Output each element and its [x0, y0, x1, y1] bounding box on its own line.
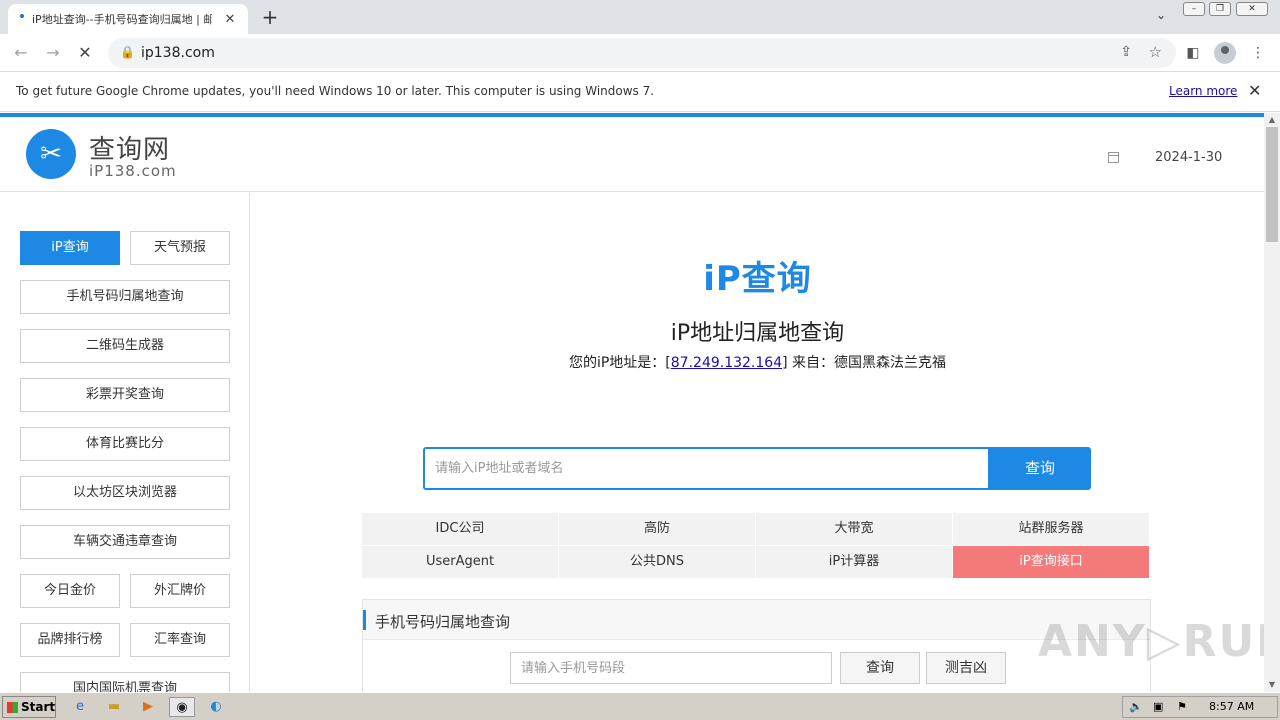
scrollbar-thumb[interactable]: [1266, 127, 1278, 242]
sidebar-item-phone-location[interactable]: 手机号码归属地查询: [20, 280, 230, 314]
phone-lookup-panel: 手机号码归属地查询 查询 测吉凶: [362, 599, 1151, 692]
sidebar-item-gold-price[interactable]: 今日金价: [20, 574, 120, 608]
panel-header: 手机号码归属地查询: [363, 600, 1150, 640]
phone-number-input[interactable]: [511, 653, 831, 683]
sidebar-item-lottery[interactable]: 彩票开奖查询: [20, 378, 230, 412]
profile-avatar[interactable]: [1214, 42, 1236, 64]
forward-arrow-icon[interactable]: →: [42, 42, 64, 64]
maximize-button[interactable]: ❐: [1209, 2, 1231, 16]
url-text[interactable]: ip138.com: [141, 45, 215, 61]
link-high-bandwidth[interactable]: 大带宽: [756, 513, 952, 545]
link-ip-calculator[interactable]: iP计算器: [756, 546, 952, 578]
scroll-down-arrow-icon[interactable]: ▼: [1264, 678, 1280, 692]
chrome-icon[interactable]: ◉: [169, 697, 195, 717]
calendar-icon: [1108, 152, 1119, 163]
sidebar-item-ip-query[interactable]: iP查询: [20, 231, 120, 265]
tab-close-icon[interactable]: ✕: [222, 12, 238, 27]
update-infobar: To get future Google Chrome updates, you…: [0, 72, 1280, 112]
phone-query-button[interactable]: 查询: [840, 652, 920, 684]
start-button[interactable]: Start: [2, 696, 56, 718]
browser-tab[interactable]: iP地址查询--手机号码查询归属地 | 邮 ✕: [8, 4, 248, 34]
ip-search-box: [423, 447, 990, 490]
ip-location: ] 来自：德国黑森法兰克福: [782, 355, 947, 371]
brand-title: iP查询: [703, 259, 812, 299]
sidebar-item-exchange-rate[interactable]: 汇率查询: [130, 623, 230, 657]
page-title: iP地址归属地查询: [670, 321, 845, 346]
link-public-dns[interactable]: 公共DNS: [559, 546, 755, 578]
action-center-flag-icon[interactable]: ⚑: [1177, 700, 1187, 713]
browser-toolbar: ← → ✕ 🔒 ip138.com ⇪ ☆ ◧ ⋮: [0, 34, 1280, 72]
quick-links-grid: IDC公司 高防 大带宽 站群服务器 UserAgent 公共DNS iP计算器…: [362, 513, 1151, 579]
system-tray: 🔈 ▣ ⚑ 8:57 AM: [1122, 696, 1278, 718]
media-player-icon[interactable]: ▶: [137, 697, 159, 717]
anyrun-watermark: ANY▷RUN: [1038, 616, 1280, 667]
address-bar[interactable]: 🔒 ip138.com ⇪ ☆: [108, 38, 1176, 68]
close-window-button[interactable]: ✕: [1236, 2, 1268, 16]
learn-more-link[interactable]: Learn more: [1169, 84, 1237, 98]
back-arrow-icon[interactable]: ←: [10, 42, 32, 64]
link-ip-query-api[interactable]: iP查询接口: [953, 546, 1149, 578]
logo-name[interactable]: 查询网: [89, 129, 170, 166]
link-site-cluster-server[interactable]: 站群服务器: [953, 513, 1149, 545]
new-tab-button[interactable]: +: [258, 6, 282, 30]
phone-input-box: [510, 652, 832, 684]
site-header: ✂ 查询网 iP138.com 2024-1-30: [0, 117, 1264, 192]
panel-title: 手机号码归属地查询: [375, 613, 511, 631]
your-ip-line: 您的iP地址是：[87.249.132.164] 来自：德国黑森法兰克福: [251, 352, 1264, 372]
logo-domain[interactable]: iP138.com: [89, 162, 177, 180]
sidebar-item-flight-tickets[interactable]: 国内国际机票查询: [20, 672, 230, 692]
infobar-close-icon[interactable]: ✕: [1248, 81, 1261, 100]
stop-loading-icon[interactable]: ✕: [74, 42, 96, 64]
infobar-message: To get future Google Chrome updates, you…: [16, 84, 655, 98]
sidebar-item-forex[interactable]: 外汇牌价: [130, 574, 230, 608]
link-useragent[interactable]: UserAgent: [362, 546, 558, 578]
sidebar-item-brand-ranking[interactable]: 品牌排行榜: [20, 623, 120, 657]
scroll-up-arrow-icon[interactable]: ▲: [1264, 113, 1280, 127]
side-panel-icon[interactable]: ◧: [1183, 43, 1203, 63]
network-icon[interactable]: ▣: [1153, 700, 1163, 713]
windows-taskbar: Start e ▬ ▶ ◉ ◐ 🔈 ▣ ⚑ 8:57 AM: [0, 692, 1280, 720]
loading-icon: [20, 14, 24, 18]
lock-icon[interactable]: 🔒: [120, 45, 135, 59]
sidebar-item-traffic-violation[interactable]: 车辆交通违章查询: [20, 525, 230, 559]
fortune-test-button[interactable]: 测吉凶: [926, 652, 1006, 684]
sidebar-item-weather[interactable]: 天气预报: [130, 231, 230, 265]
share-icon[interactable]: ⇪: [1120, 44, 1132, 60]
clock-time[interactable]: 8:57 AM: [1209, 700, 1254, 713]
logo-tools-icon[interactable]: ✂: [26, 129, 76, 179]
menu-kebab-icon[interactable]: ⋮: [1248, 43, 1268, 63]
ip-prefix: 您的iP地址是：[: [568, 355, 671, 371]
page-scrollbar[interactable]: ▲ ▼: [1264, 113, 1280, 692]
page-viewport: ✂ 查询网 iP138.com 2024-1-30 iP查询 天气预报 手机号码…: [0, 113, 1280, 692]
panel-accent-bar: [363, 610, 366, 630]
minimize-button[interactable]: –: [1183, 2, 1205, 16]
tab-title: iP地址查询--手机号码查询归属地 | 邮: [32, 13, 212, 26]
sidebar-item-sports-scores[interactable]: 体育比赛比分: [20, 427, 230, 461]
ip-address-link[interactable]: 87.249.132.164: [671, 355, 782, 371]
current-date: 2024-1-30: [1155, 150, 1223, 165]
tab-strip: iP地址查询--手机号码查询归属地 | 邮 ✕ + ⌄ – ❐ ✕: [0, 0, 1280, 34]
link-ddos-protection[interactable]: 高防: [559, 513, 755, 545]
edge-icon[interactable]: ◐: [205, 697, 227, 717]
ip-search-button[interactable]: 查询: [989, 447, 1091, 490]
link-idc-company[interactable]: IDC公司: [362, 513, 558, 545]
bookmark-star-icon[interactable]: ☆: [1149, 43, 1162, 61]
volume-icon[interactable]: 🔈: [1129, 700, 1143, 713]
ie-icon[interactable]: e: [69, 697, 91, 717]
tab-search-chevron-icon[interactable]: ⌄: [1152, 8, 1170, 26]
sidebar-nav: iP查询 天气预报 手机号码归属地查询 二维码生成器 彩票开奖查询 体育比赛比分…: [0, 193, 250, 692]
explorer-folder-icon[interactable]: ▬: [103, 697, 125, 717]
sidebar-item-ethereum-explorer[interactable]: 以太坊区块浏览器: [20, 476, 230, 510]
ip-search-input[interactable]: [425, 449, 988, 488]
sidebar-item-qrcode[interactable]: 二维码生成器: [20, 329, 230, 363]
